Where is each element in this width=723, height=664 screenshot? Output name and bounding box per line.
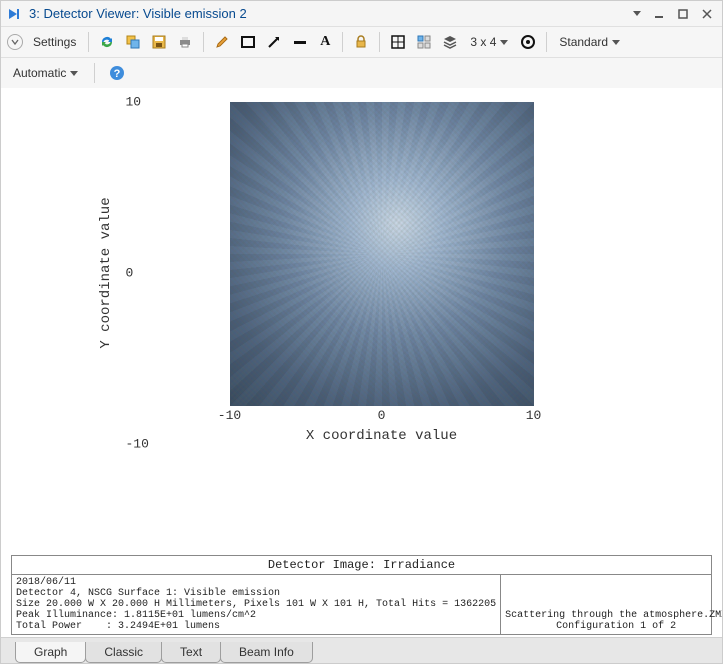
help-button[interactable]: ? [105, 62, 129, 84]
refresh-button[interactable] [95, 31, 119, 53]
y-tick: 0 [126, 266, 134, 281]
close-button[interactable] [698, 5, 716, 23]
info-panel: Detector Image: Irradiance 2018/06/11 De… [11, 555, 712, 635]
settings-button[interactable]: Settings [27, 32, 82, 52]
standard-dropdown[interactable]: Standard [553, 32, 626, 52]
chevron-down-icon [70, 71, 78, 76]
settings-label: Settings [33, 35, 76, 49]
target-button[interactable] [516, 31, 540, 53]
detector-viewer-window: 3: Detector Viewer: Visible emission 2 S… [0, 0, 723, 664]
x-axis-label: X coordinate value [172, 428, 592, 444]
automatic-dropdown[interactable]: Automatic [7, 63, 84, 83]
layers-icon [442, 34, 458, 50]
rectangle-icon [240, 34, 256, 50]
toolbar: Settings A [1, 27, 722, 58]
info-left: 2018/06/11 Detector 4, NSCG Surface 1: V… [12, 575, 501, 634]
grid-size-dropdown[interactable]: 3 x 4 [464, 32, 514, 52]
tile-window-button[interactable] [412, 31, 436, 53]
save-icon [151, 34, 167, 50]
chevron-down-icon [612, 40, 620, 45]
text-a-icon: A [320, 34, 330, 50]
chevron-down-icon [500, 40, 508, 45]
tile-icon [416, 34, 432, 50]
detector-heatmap[interactable] [230, 102, 534, 406]
arrow-icon [266, 34, 282, 50]
x-tick: -10 [218, 408, 241, 423]
info-right: Scattering through the atmosphere.ZMX Co… [501, 575, 722, 634]
print-icon [177, 34, 193, 50]
lock-button[interactable] [349, 31, 373, 53]
split-window-button[interactable] [386, 31, 410, 53]
y-tick: -10 [126, 437, 149, 452]
tabbar: Graph Classic Text Beam Info [1, 637, 722, 663]
copy-button[interactable] [121, 31, 145, 53]
titlebar: 3: Detector Viewer: Visible emission 2 [1, 1, 722, 27]
layers-button[interactable] [438, 31, 462, 53]
chart-frame: Y coordinate value 10 0 -10 -10 0 10 X c… [172, 102, 592, 444]
help-icon: ? [109, 65, 125, 81]
svg-text:?: ? [114, 68, 121, 80]
y-axis-label: Y coordinate value [98, 197, 114, 348]
line-button[interactable] [288, 31, 312, 53]
window-title: 3: Detector Viewer: Visible emission 2 [29, 6, 620, 21]
standard-label: Standard [559, 35, 608, 49]
line-thick-icon [292, 34, 308, 50]
text-button[interactable]: A [314, 31, 336, 53]
pencil-icon [214, 34, 230, 50]
info-title: Detector Image: Irradiance [12, 556, 711, 575]
tab-text[interactable]: Text [161, 642, 221, 663]
refresh-icon [99, 34, 115, 50]
target-icon [520, 34, 536, 50]
toolbar-row-2: Automatic ? [1, 58, 722, 88]
app-icon [7, 6, 23, 22]
tab-graph[interactable]: Graph [15, 642, 86, 663]
rectangle-button[interactable] [236, 31, 260, 53]
y-tick: 10 [126, 95, 142, 110]
expand-settings-icon[interactable] [7, 34, 23, 50]
print-button[interactable] [173, 31, 197, 53]
arrow-button[interactable] [262, 31, 286, 53]
pencil-button[interactable] [210, 31, 234, 53]
grid-size-label: 3 x 4 [470, 35, 496, 49]
split-icon [390, 34, 406, 50]
chart-area: Y coordinate value 10 0 -10 -10 0 10 X c… [11, 96, 712, 549]
minimize-button[interactable] [650, 5, 668, 23]
automatic-label: Automatic [13, 66, 66, 80]
tab-beam-info[interactable]: Beam Info [220, 642, 313, 663]
maximize-button[interactable] [674, 5, 692, 23]
copy-icon [125, 34, 141, 50]
content-area: Y coordinate value 10 0 -10 -10 0 10 X c… [1, 88, 722, 637]
dropdown-button[interactable] [626, 5, 644, 23]
save-button[interactable] [147, 31, 171, 53]
x-tick: 0 [378, 408, 386, 423]
lock-icon [353, 34, 369, 50]
x-tick: 10 [526, 408, 542, 423]
tab-classic[interactable]: Classic [85, 642, 162, 663]
